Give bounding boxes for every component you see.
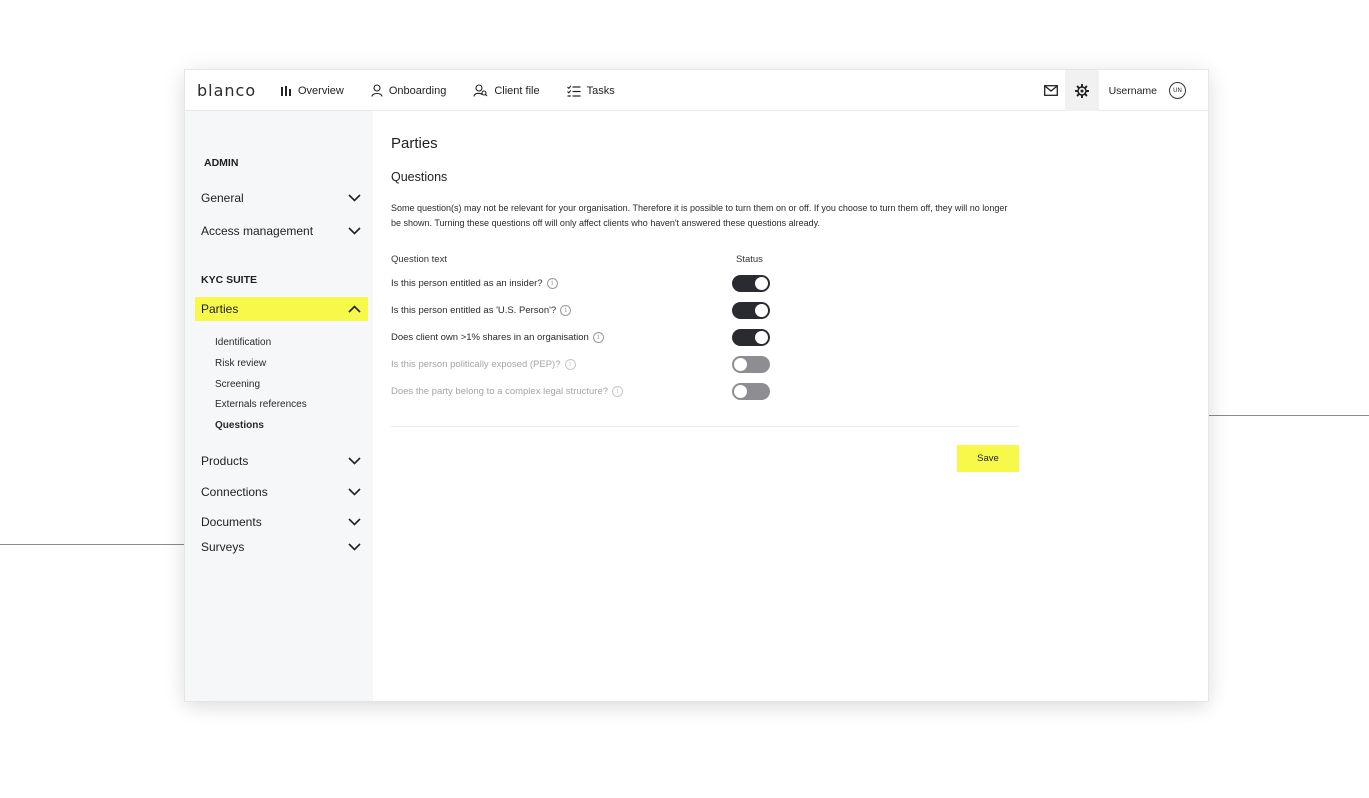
app-window: blanco Overview Onboarding Client file T…	[185, 70, 1208, 701]
chevron-down-icon	[348, 488, 361, 496]
gear-icon	[1074, 83, 1089, 98]
question-row: Does the party belong to a complex legal…	[391, 381, 781, 401]
decorative-line-right	[1208, 415, 1369, 416]
info-icon[interactable]: i	[564, 358, 576, 370]
decorative-line-left	[0, 544, 186, 545]
section-title: Questions	[391, 170, 448, 184]
chevron-down-icon	[348, 227, 361, 235]
sidebar-item-documents[interactable]: Documents	[195, 510, 368, 534]
nav-overview[interactable]: Overview	[280, 85, 344, 97]
user-icon	[371, 84, 383, 97]
toggle-knob	[755, 330, 768, 344]
toggle-knob	[755, 276, 768, 290]
sidebar-item-general-label: General	[201, 191, 244, 205]
status-toggle[interactable]	[732, 328, 770, 346]
logo: blanco	[197, 81, 257, 100]
chevron-down-icon	[348, 518, 361, 526]
divider	[391, 426, 1019, 427]
sidebar-item-surveys[interactable]: Surveys	[195, 535, 368, 559]
status-toggle[interactable]	[732, 355, 770, 373]
question-text: Is this person entitled as an insider?	[391, 277, 543, 289]
admin-heading: ADMIN	[204, 157, 239, 169]
mail-button[interactable]	[1037, 70, 1065, 111]
chevron-down-icon	[348, 194, 361, 202]
mail-icon	[1043, 85, 1058, 96]
status-toggle[interactable]	[732, 274, 770, 292]
info-icon[interactable]: i	[546, 277, 558, 289]
question-row: Is this person entitled as an insider? i	[391, 273, 781, 293]
username[interactable]: Username	[1109, 85, 1157, 97]
nav-tasks-label: Tasks	[586, 84, 615, 97]
toggle-knob	[734, 384, 747, 398]
chevron-down-icon	[348, 543, 361, 551]
bar-chart-icon	[281, 85, 291, 96]
nav-onboarding-label: Onboarding	[388, 84, 447, 97]
kyc-suite-heading: KYC SUITE	[201, 274, 258, 286]
sidebar-item-surveys-label: Surveys	[201, 540, 245, 554]
question-row: Does client own >1% shares in an organis…	[391, 327, 781, 347]
avatar[interactable]: UN	[1169, 82, 1186, 99]
user-search-icon	[473, 84, 488, 97]
nav-onboarding[interactable]: Onboarding	[371, 84, 447, 97]
info-icon[interactable]: i	[612, 385, 624, 397]
top-right-controls: Username UN	[1037, 70, 1208, 111]
sub-item-identification[interactable]: Identification	[215, 337, 271, 348]
chevron-up-icon	[348, 305, 361, 313]
sidebar-item-parties[interactable]: Parties	[195, 297, 368, 321]
sidebar-item-products-label: Products	[201, 454, 249, 468]
sidebar-item-general[interactable]: General	[195, 186, 368, 210]
sidebar-item-access-management-label: Access management	[201, 224, 314, 238]
status-toggle[interactable]	[732, 382, 770, 400]
chevron-down-icon	[348, 457, 361, 465]
sidebar-item-documents-label: Documents	[201, 515, 262, 529]
main-nav: Overview Onboarding Client file Tasks	[280, 70, 642, 111]
sub-item-questions[interactable]: Questions	[215, 420, 264, 431]
question-text: Does client own >1% shares in an organis…	[391, 331, 589, 343]
nav-tasks[interactable]: Tasks	[566, 84, 615, 97]
toggle-knob	[734, 357, 747, 371]
description-text: Some question(s) may not be relevant for…	[391, 203, 1008, 228]
sub-item-screening[interactable]: Screening	[215, 379, 260, 390]
sidebar-item-products[interactable]: Products	[195, 449, 368, 473]
info-icon[interactable]: i	[560, 304, 572, 316]
sidebar-item-connections-label: Connections	[201, 485, 268, 499]
column-header-status: Status	[736, 254, 763, 265]
nav-client-file[interactable]: Client file	[473, 84, 540, 97]
checklist-icon	[566, 84, 581, 97]
question-row: Is this person entitled as 'U.S. Person'…	[391, 300, 781, 320]
sidebar-item-connections[interactable]: Connections	[195, 480, 368, 504]
question-text: Is this person politically exposed (PEP)…	[391, 358, 561, 370]
column-header-question: Question text	[391, 254, 447, 265]
toggle-knob	[755, 303, 768, 317]
sidebar-item-parties-label: Parties	[201, 302, 239, 316]
sub-item-externals-references[interactable]: Externals references	[215, 399, 307, 410]
question-text: Is this person entitled as 'U.S. Person'…	[391, 304, 557, 316]
question-row: Is this person politically exposed (PEP)…	[391, 354, 781, 374]
nav-overview-label: Overview	[298, 84, 344, 97]
info-icon[interactable]: i	[592, 331, 604, 343]
sub-item-risk-review[interactable]: Risk review	[215, 358, 266, 369]
question-text: Does the party belong to a complex legal…	[391, 385, 609, 397]
page-title: Parties	[391, 135, 438, 152]
status-toggle[interactable]	[732, 301, 770, 319]
sidebar-item-access-management[interactable]: Access management	[195, 219, 368, 243]
top-bar: blanco Overview Onboarding Client file T…	[185, 70, 1208, 111]
nav-client-file-label: Client file	[494, 84, 540, 97]
settings-button[interactable]	[1064, 70, 1099, 111]
save-button[interactable]: Save	[957, 445, 1019, 472]
sidebar: ADMIN General Access management KYC SUIT…	[185, 111, 373, 701]
